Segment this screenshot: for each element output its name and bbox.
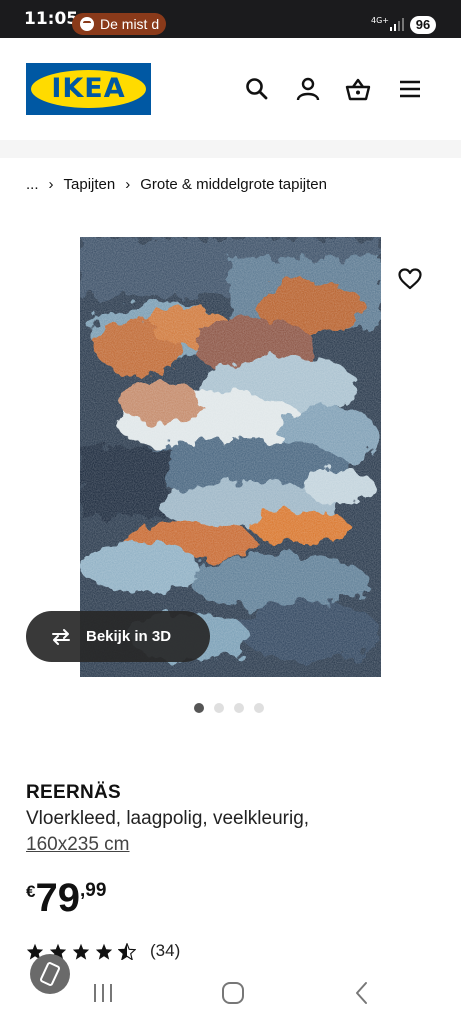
network-indicator: 4G+ [371, 16, 389, 25]
battery-indicator: 96 [410, 16, 436, 34]
header-divider-band [0, 140, 461, 158]
status-time: 11:05 [24, 9, 79, 29]
price-integer: 79 [35, 876, 80, 920]
star-icon [95, 943, 113, 960]
product-price: € 79 ,99 [26, 874, 106, 922]
media-pill[interactable]: De mist d [72, 13, 166, 35]
star-icon [72, 943, 90, 960]
gallery-dot[interactable] [214, 703, 224, 713]
price-decimal: ,99 [79, 880, 107, 901]
back-icon[interactable] [350, 978, 374, 1008]
recent-apps-icon[interactable] [92, 978, 116, 1008]
spotify-icon [80, 17, 94, 31]
product-description: Vloerkleed, laagpolig, veelkleurig, [26, 808, 310, 829]
breadcrumb-item-grote-middelgrote[interactable]: Grote & middelgrote tapijten [140, 176, 327, 193]
basket-icon[interactable] [345, 76, 371, 102]
price-currency: € [26, 882, 36, 901]
gallery-pagination [194, 703, 264, 713]
breadcrumb-item-tapijten[interactable]: Tapijten [64, 176, 116, 193]
ikea-logo[interactable]: IKEA [26, 63, 151, 115]
home-icon[interactable] [219, 978, 247, 1008]
logo-text: IKEA [51, 73, 126, 104]
menu-icon[interactable] [397, 76, 423, 102]
view-in-3d-label: Bekijk in 3D [86, 628, 172, 645]
breadcrumb-ellipsis[interactable]: ... [26, 176, 39, 193]
view-in-3d-button[interactable]: Bekijk in 3D [26, 611, 210, 662]
account-icon[interactable] [295, 76, 321, 102]
status-bar: 11:05 De mist d 4G+ 96 [0, 0, 461, 38]
gallery-dot[interactable] [194, 703, 204, 713]
favourite-heart-icon[interactable] [398, 268, 422, 290]
breadcrumb: ... › Tapijten › Grote & middelgrote tap… [26, 176, 327, 193]
star-half-icon [118, 942, 136, 960]
product-name: REERNÄS [26, 782, 122, 803]
search-icon[interactable] [244, 76, 270, 102]
rotate-3d-icon [52, 628, 70, 645]
gallery-dot[interactable] [234, 703, 244, 713]
site-header: IKEA [0, 38, 461, 140]
media-text: De mist d [100, 16, 160, 32]
review-count: (34) [150, 941, 181, 960]
system-nav-bar [0, 968, 461, 1024]
chevron-right-icon: › [48, 176, 54, 193]
signal-icon [390, 18, 404, 31]
chevron-right-icon: › [125, 176, 131, 193]
product-size-link[interactable]: 160x235 cm [26, 834, 130, 856]
gallery-dot[interactable] [254, 703, 264, 713]
